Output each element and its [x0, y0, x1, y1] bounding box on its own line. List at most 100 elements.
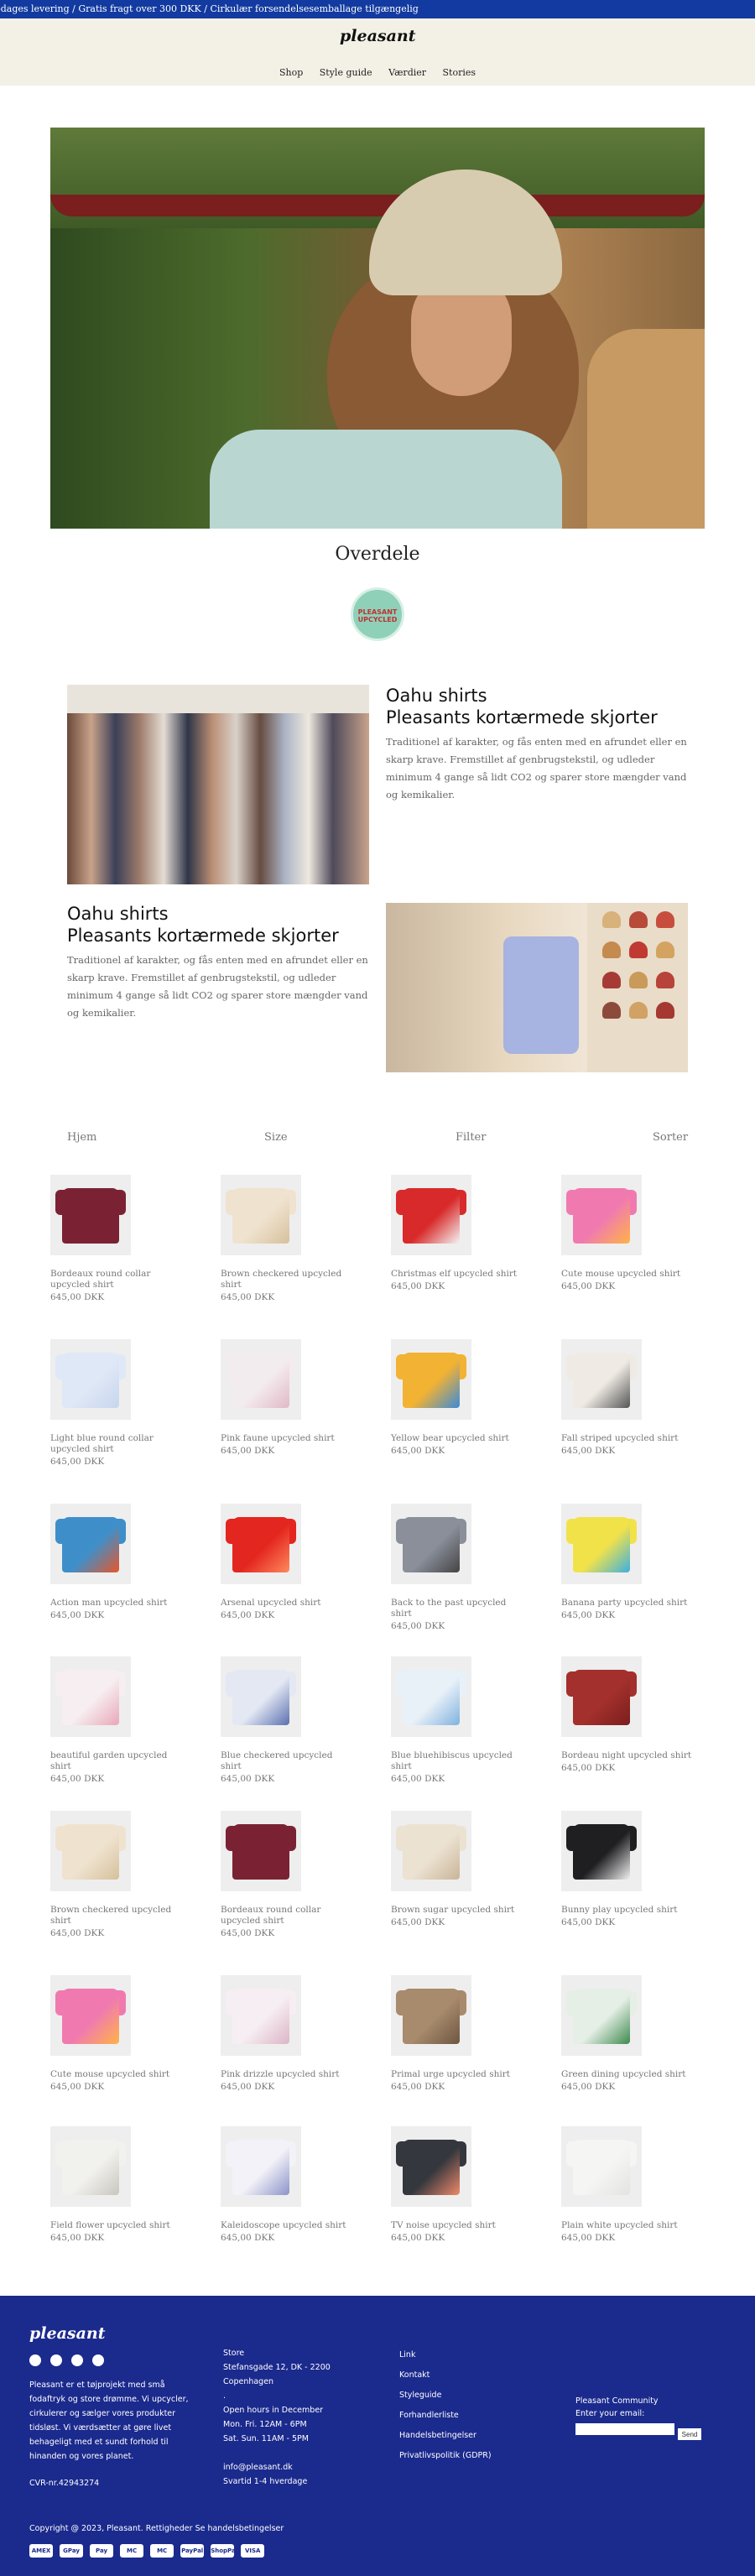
product-name[interactable]: Pink faune upcycled shirt [221, 1433, 355, 1444]
product-card[interactable]: Bunny play upcycled shirt 645,00 DKK [561, 1811, 721, 1927]
footer-link[interactable]: Link [399, 2348, 534, 2362]
filter-filter[interactable]: Filter [456, 1131, 486, 1144]
product-name[interactable]: Bunny play upcycled shirt [561, 1905, 695, 1916]
product-image[interactable] [561, 1175, 642, 1255]
product-card[interactable]: Christmas elf upcycled shirt 645,00 DKK [391, 1175, 550, 1291]
product-image[interactable] [50, 2126, 131, 2207]
product-image[interactable] [561, 1811, 642, 1891]
site-logo[interactable]: pleasant [340, 27, 416, 45]
product-image[interactable] [50, 1975, 131, 2056]
product-name[interactable]: Christmas elf upcycled shirt [391, 1269, 525, 1280]
footer-logo[interactable]: pleasant [29, 2324, 106, 2343]
product-name[interactable]: Arsenal upcycled shirt [221, 1598, 355, 1609]
filter-size[interactable]: Size [264, 1131, 288, 1144]
product-name[interactable]: TV noise upcycled shirt [391, 2220, 525, 2231]
product-image[interactable] [391, 1975, 471, 2056]
product-name[interactable]: Brown checkered upcycled shirt [221, 1269, 355, 1291]
product-image[interactable] [50, 1656, 131, 1737]
product-name[interactable]: Banana party upcycled shirt [561, 1598, 695, 1609]
product-card[interactable]: Bordeaux round collar upcycled shirt 645,… [221, 1811, 380, 1938]
product-card[interactable]: Yellow bear upcycled shirt 645,00 DKK [391, 1339, 550, 1456]
footer-link-privacy[interactable]: Privatlivspolitik (GDPR) [399, 2448, 534, 2463]
product-name[interactable]: Blue bluehibiscus upcycled shirt [391, 1750, 525, 1772]
product-name[interactable]: Field flower upcycled shirt [50, 2220, 185, 2231]
product-name[interactable]: Cute mouse upcycled shirt [50, 2069, 185, 2080]
product-image[interactable] [221, 1175, 301, 1255]
product-card[interactable]: Blue bluehibiscus upcycled shirt 645,00 D… [391, 1656, 550, 1784]
product-name[interactable]: beautiful garden upcycled shirt [50, 1750, 185, 1772]
product-image[interactable] [221, 1975, 301, 2056]
product-card[interactable]: Arsenal upcycled shirt 645,00 DKK [221, 1504, 380, 1620]
footer-email[interactable]: info@pleasant.dk [223, 2460, 383, 2474]
product-name[interactable]: Bordeau night upcycled shirt [561, 1750, 695, 1761]
product-card[interactable]: Brown checkered upcycled shirt 645,00 DKK [221, 1175, 380, 1302]
product-image[interactable] [221, 1504, 301, 1584]
product-name[interactable]: Light blue round collar upcycled shirt [50, 1433, 185, 1455]
product-image[interactable] [221, 2126, 301, 2207]
product-card[interactable]: TV noise upcycled shirt 645,00 DKK [391, 2126, 550, 2243]
product-image[interactable] [50, 1811, 131, 1891]
product-name[interactable]: Cute mouse upcycled shirt [561, 1269, 695, 1280]
product-image[interactable] [391, 1811, 471, 1891]
pinterest-icon[interactable] [71, 2354, 84, 2366]
product-image[interactable] [561, 1975, 642, 2056]
product-name[interactable]: Fall striped upcycled shirt [561, 1433, 695, 1444]
product-card[interactable]: Primal urge upcycled shirt 645,00 DKK [391, 1975, 550, 2092]
product-image[interactable] [50, 1175, 131, 1255]
product-card[interactable]: Action man upcycled shirt 645,00 DKK [50, 1504, 210, 1620]
product-image[interactable] [391, 1175, 471, 1255]
product-card[interactable]: Bordeaux round collar upcycled shirt 645,… [50, 1175, 210, 1302]
newsletter-email-input[interactable] [575, 2423, 674, 2435]
product-card[interactable]: Banana party upcycled shirt 645,00 DKK [561, 1504, 721, 1620]
youtube-icon[interactable] [92, 2354, 105, 2366]
nav-shop[interactable]: Shop [279, 67, 303, 78]
product-name[interactable]: Blue checkered upcycled shirt [221, 1750, 355, 1772]
product-card[interactable]: Kaleidoscope upcycled shirt 645,00 DKK [221, 2126, 380, 2243]
product-name[interactable]: Pink drizzle upcycled shirt [221, 2069, 355, 2080]
product-card[interactable]: Back to the past upcycled shirt 645,00 DK… [391, 1504, 550, 1631]
newsletter-send-button[interactable]: Send [678, 2428, 701, 2440]
product-card[interactable]: Cute mouse upcycled shirt 645,00 DKK [50, 1975, 210, 2092]
product-card[interactable]: Plain white upcycled shirt 645,00 DKK [561, 2126, 721, 2243]
product-card[interactable]: beautiful garden upcycled shirt 645,00 DK… [50, 1656, 210, 1784]
product-card[interactable]: Fall striped upcycled shirt 645,00 DKK [561, 1339, 721, 1456]
product-name[interactable]: Action man upcycled shirt [50, 1598, 185, 1609]
filter-sort[interactable]: Sorter [653, 1131, 688, 1144]
product-name[interactable]: Kaleidoscope upcycled shirt [221, 2220, 355, 2231]
product-card[interactable]: Pink faune upcycled shirt 645,00 DKK [221, 1339, 380, 1456]
product-card[interactable]: Blue checkered upcycled shirt 645,00 DKK [221, 1656, 380, 1784]
product-card[interactable]: Green dining upcycled shirt 645,00 DKK [561, 1975, 721, 2092]
product-image[interactable] [50, 1339, 131, 1420]
product-image[interactable] [391, 1504, 471, 1584]
product-card[interactable]: Cute mouse upcycled shirt 645,00 DKK [561, 1175, 721, 1291]
product-name[interactable]: Bordeaux round collar upcycled shirt [221, 1905, 355, 1927]
product-image[interactable] [391, 1656, 471, 1737]
instagram-icon[interactable] [50, 2354, 63, 2366]
product-name[interactable]: Bordeaux round collar upcycled shirt [50, 1269, 185, 1291]
product-image[interactable] [561, 2126, 642, 2207]
footer-link-terms[interactable]: Handelsbetingelser [399, 2428, 534, 2443]
product-name[interactable]: Plain white upcycled shirt [561, 2220, 695, 2231]
product-card[interactable]: Brown sugar upcycled shirt 645,00 DKK [391, 1811, 550, 1927]
product-image[interactable] [561, 1504, 642, 1584]
facebook-icon[interactable] [29, 2354, 41, 2366]
product-card[interactable]: Field flower upcycled shirt 645,00 DKK [50, 2126, 210, 2243]
product-image[interactable] [221, 1811, 301, 1891]
product-card[interactable]: Bordeau night upcycled shirt 645,00 DKK [561, 1656, 721, 1773]
product-image[interactable] [561, 1656, 642, 1737]
product-image[interactable] [391, 2126, 471, 2207]
product-card[interactable]: Brown checkered upcycled shirt 645,00 DKK [50, 1811, 210, 1938]
product-image[interactable] [391, 1339, 471, 1420]
nav-stories[interactable]: Stories [443, 67, 476, 78]
product-name[interactable]: Brown sugar upcycled shirt [391, 1905, 525, 1916]
product-image[interactable] [221, 1339, 301, 1420]
product-image[interactable] [221, 1656, 301, 1737]
product-image[interactable] [50, 1504, 131, 1584]
footer-link-retailers[interactable]: Forhandlerliste [399, 2408, 534, 2422]
product-name[interactable]: Back to the past upcycled shirt [391, 1598, 525, 1619]
product-name[interactable]: Green dining upcycled shirt [561, 2069, 695, 2080]
footer-link-contact[interactable]: Kontakt [399, 2368, 534, 2382]
product-card[interactable]: Pink drizzle upcycled shirt 645,00 DKK [221, 1975, 380, 2092]
footer-link-styleguide[interactable]: Styleguide [399, 2388, 534, 2402]
product-image[interactable] [561, 1339, 642, 1420]
